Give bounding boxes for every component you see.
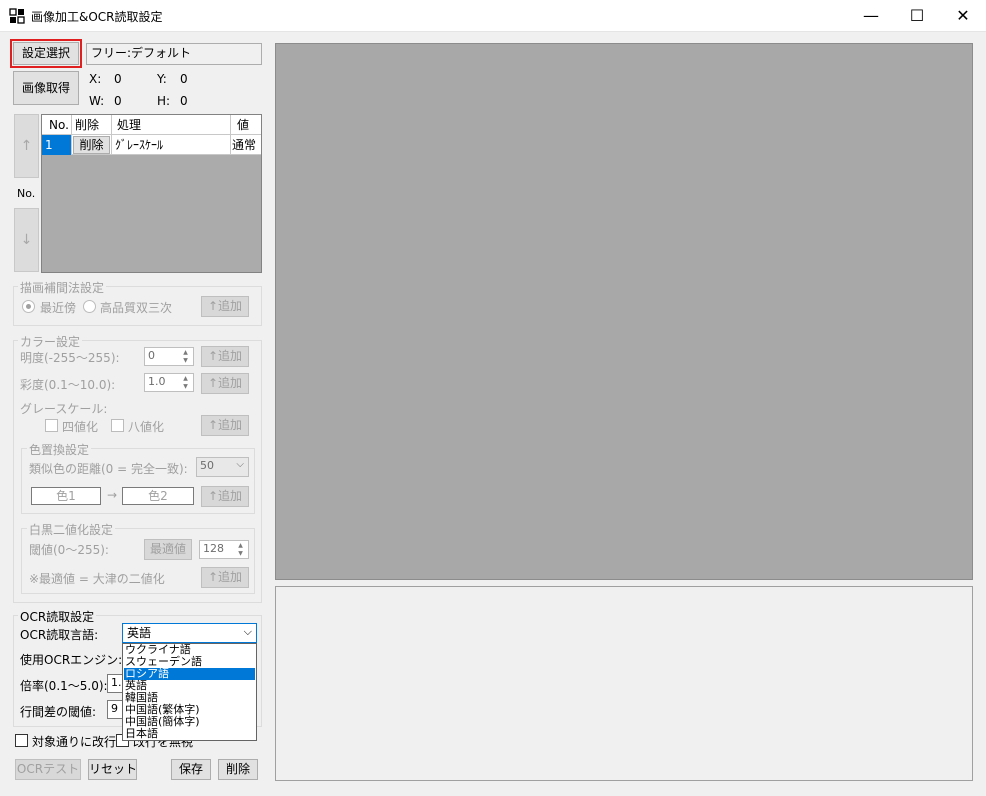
h-label: H: <box>157 94 171 108</box>
saturation-stepper[interactable]: 1.0 ▲ ▼ <box>144 373 194 392</box>
move-up-button[interactable]: ↑ <box>14 114 39 178</box>
stepper-arrows-icon[interactable]: ▲ ▼ <box>235 542 246 558</box>
threshold-stepper[interactable]: 128 ▲ ▼ <box>199 540 249 559</box>
row-process[interactable]: ｸﾞﾚｰｽｹｰﾙ <box>112 135 231 155</box>
line-gap-label: 行間差の閾値: <box>20 705 97 719</box>
reset-button[interactable]: リセット <box>88 759 137 780</box>
h-value: 0 <box>180 94 188 108</box>
delete-button[interactable]: 削除 <box>218 759 258 780</box>
preset-name-field: フリー:デフォルト <box>86 43 262 65</box>
y-value: 0 <box>180 72 188 86</box>
minimize-button[interactable]: — <box>848 0 894 32</box>
ocr-test-button[interactable]: OCRテスト <box>15 759 81 780</box>
brightness-add-button[interactable]: ↑追加 <box>201 346 249 367</box>
replace-add-button[interactable]: ↑追加 <box>201 486 249 507</box>
title-bar: 画像加工&OCR読取設定 — ☐ ✕ <box>0 0 986 32</box>
saturation-add-button[interactable]: ↑追加 <box>201 373 249 394</box>
close-button[interactable]: ✕ <box>940 0 986 32</box>
ocr-language-label: OCR読取言語: <box>20 628 99 642</box>
eight-level-checkbox[interactable] <box>111 419 124 432</box>
save-button[interactable]: 保存 <box>171 759 211 780</box>
y-label: Y: <box>157 72 167 86</box>
ocr-language-value: 英語 <box>127 626 152 640</box>
app-icon <box>9 8 25 24</box>
threshold-label: 閾値(0～255): <box>29 543 109 557</box>
scale-label: 倍率(0.1～5.0): <box>20 679 108 693</box>
color-replace-title: 色置換設定 <box>27 441 92 458</box>
grayscale-label: グレースケール: <box>20 402 108 416</box>
w-label: W: <box>89 94 105 108</box>
acquire-image-button[interactable]: 画像取得 <box>13 71 79 105</box>
newline-checkbox[interactable] <box>15 734 28 747</box>
stepper-arrows-icon[interactable]: ▲ ▼ <box>180 375 191 391</box>
maximize-button[interactable]: ☐ <box>894 0 940 32</box>
interp-add-button[interactable]: ↑追加 <box>201 296 249 317</box>
header-no: No. <box>42 115 72 135</box>
x-label: X: <box>89 72 102 86</box>
ocr-result-panel[interactable] <box>275 586 973 781</box>
brightness-value: 0 <box>148 349 155 362</box>
ocr-language-dropdown[interactable]: ウクライナ語 スウェーデン語 ロシア語 英語 韓国語 中国語(繁体字) 中国語(… <box>122 643 257 741</box>
image-preview-panel[interactable] <box>275 43 973 580</box>
header-delete: 削除 <box>72 115 112 135</box>
color1-box[interactable]: 色1 <box>31 487 101 505</box>
distance-select[interactable]: 50 ⌵ <box>196 457 249 477</box>
move-down-button[interactable]: ↓ <box>14 208 39 272</box>
bicubic-label: 高品質双三次 <box>100 301 173 315</box>
newline-label: 対象通りに改行 <box>32 735 117 749</box>
row-delete-button[interactable]: 削除 <box>73 136 110 154</box>
replace-arrow-icon: → <box>107 488 118 502</box>
four-level-label: 四値化 <box>62 420 99 434</box>
binarize-title: 白黒二値化設定 <box>27 521 116 538</box>
row-value[interactable]: 通常 <box>231 135 261 155</box>
ocr-engine-label: 使用OCRエンジン: <box>20 653 123 667</box>
interpolation-group-title: 描画補間法設定 <box>18 279 107 296</box>
x-value: 0 <box>114 72 122 86</box>
grid-header: No. 削除 処理 値 <box>42 115 261 135</box>
bicubic-radio[interactable] <box>83 300 96 313</box>
saturation-value: 1.0 <box>148 375 166 388</box>
language-option[interactable]: 日本語 <box>124 728 255 740</box>
brightness-stepper[interactable]: 0 ▲ ▼ <box>144 347 194 366</box>
ocr-group-title: OCR読取設定 <box>18 608 97 625</box>
eight-level-label: 八値化 <box>128 420 165 434</box>
chevron-down-icon[interactable]: ⌵ <box>236 459 244 470</box>
binarize-add-button[interactable]: ↑追加 <box>201 567 249 588</box>
row-no[interactable]: 1 <box>42 135 72 155</box>
distance-value: 50 <box>200 459 214 472</box>
w-value: 0 <box>114 94 122 108</box>
settings-select-button[interactable]: 設定選択 <box>10 39 82 68</box>
stepper-arrows-icon[interactable]: ▲ ▼ <box>180 349 191 365</box>
window-title: 画像加工&OCR読取設定 <box>31 10 163 24</box>
step-number-label: No. <box>17 187 36 200</box>
otsu-note: ※最適値 = 大津の二値化 <box>29 572 165 586</box>
threshold-value: 128 <box>203 542 224 555</box>
distance-label: 類似色の距離(0 = 完全一致): <box>29 462 188 476</box>
process-steps-grid[interactable]: No. 削除 処理 値 1 削除 ｸﾞﾚｰｽｹｰﾙ 通常 <box>41 114 262 273</box>
saturation-label: 彩度(0.1～10.0): <box>20 378 116 392</box>
ocr-language-select[interactable]: 英語 ⌵ <box>122 623 257 643</box>
header-value: 値 <box>237 118 250 132</box>
line-gap-value: 9 <box>111 702 118 715</box>
chevron-down-icon[interactable]: ⌵ <box>244 625 252 639</box>
header-process: 処理 <box>112 115 231 135</box>
grayscale-add-button[interactable]: ↑追加 <box>201 415 249 436</box>
optimal-button[interactable]: 最適値 <box>144 539 192 560</box>
nearest-radio[interactable] <box>22 300 35 313</box>
row-delete-cell: 削除 <box>72 135 112 155</box>
four-level-checkbox[interactable] <box>45 419 58 432</box>
color2-box[interactable]: 色2 <box>122 487 194 505</box>
color-group-title: カラー設定 <box>18 333 83 350</box>
nearest-label: 最近傍 <box>40 301 77 315</box>
brightness-label: 明度(-255～255): <box>20 351 120 365</box>
table-row[interactable]: 1 削除 ｸﾞﾚｰｽｹｰﾙ 通常 <box>42 135 261 155</box>
